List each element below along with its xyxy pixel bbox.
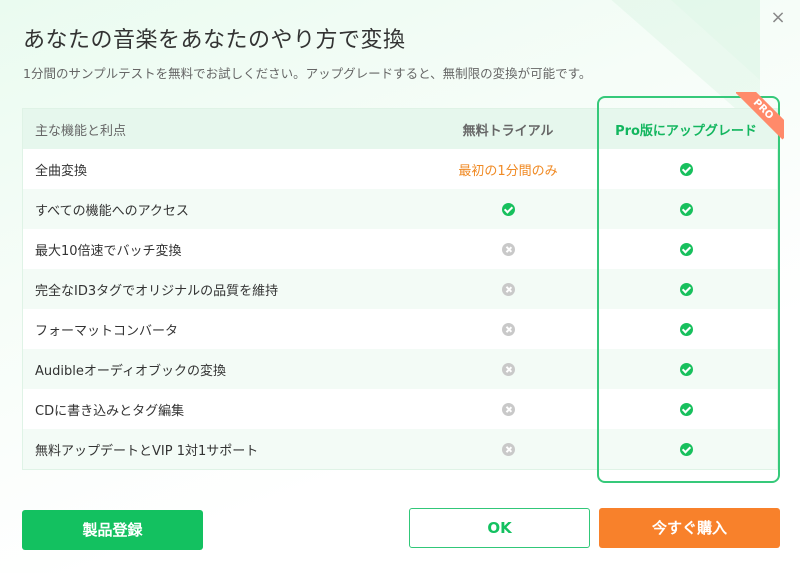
check-circle-icon	[679, 322, 693, 336]
x-circle-icon	[501, 282, 515, 296]
check-circle-icon	[501, 202, 515, 216]
header-free-trial: 無料トライアル	[462, 123, 554, 139]
x-circle-icon	[501, 402, 515, 416]
comparison-table: 主な機能と利点 無料トライアル Pro版にアップグレード 全曲変換 最初の1分間の…	[22, 108, 778, 470]
x-circle-icon	[501, 362, 515, 376]
free-trial-cell	[421, 202, 595, 217]
pro-cell	[595, 282, 777, 297]
table-row: CDに書き込みとタグ編集	[23, 389, 777, 429]
free-trial-cell	[421, 362, 595, 377]
feature-label: 全曲変換	[35, 163, 88, 179]
close-button[interactable]: ×	[768, 8, 788, 28]
buy-now-button[interactable]: 今すぐ購入	[599, 508, 780, 548]
pro-cell	[595, 162, 777, 177]
check-circle-icon	[679, 442, 693, 456]
free-trial-cell	[421, 322, 595, 337]
feature-label: 無料アップデートとVIP 1対1サポート	[35, 443, 259, 459]
pro-cell	[595, 322, 777, 337]
pro-badge: PRO	[736, 92, 784, 140]
feature-label: 完全なID3タグでオリジナルの品質を維持	[35, 283, 279, 299]
free-trial-cell	[421, 442, 595, 457]
table-row: フォーマットコンバータ	[23, 309, 777, 349]
check-circle-icon	[679, 242, 693, 256]
table-row: Audibleオーディオブックの変換	[23, 349, 777, 389]
table-row: 全曲変換 最初の1分間のみ	[23, 149, 777, 189]
header-features: 主な機能と利点	[35, 123, 127, 139]
free-trial-limit-text: 最初の1分間のみ	[458, 163, 558, 179]
feature-label: すべての機能へのアクセス	[35, 203, 189, 219]
table-header-row: 主な機能と利点 無料トライアル Pro版にアップグレード	[23, 109, 777, 149]
ok-button[interactable]: OK	[409, 508, 590, 548]
table-row: 無料アップデートとVIP 1対1サポート	[23, 429, 777, 469]
feature-label: 最大10倍速でバッチ変換	[35, 243, 182, 259]
x-circle-icon	[501, 322, 515, 336]
check-circle-icon	[679, 202, 693, 216]
pro-cell	[595, 442, 777, 457]
feature-label: CDに書き込みとタグ編集	[35, 403, 185, 419]
pro-cell	[595, 402, 777, 417]
check-circle-icon	[679, 402, 693, 416]
table-row: すべての機能へのアクセス	[23, 189, 777, 229]
free-trial-cell	[421, 402, 595, 417]
pro-cell	[595, 242, 777, 257]
free-trial-cell: 最初の1分間のみ	[421, 160, 595, 179]
register-button[interactable]: 製品登録	[22, 510, 203, 550]
pro-cell	[595, 362, 777, 377]
check-circle-icon	[679, 282, 693, 296]
free-trial-cell	[421, 282, 595, 297]
pro-cell	[595, 202, 777, 217]
close-icon: ×	[770, 7, 786, 28]
dialog-title: あなたの音楽をあなたのやり方で変換	[23, 28, 406, 53]
check-circle-icon	[679, 362, 693, 376]
table-row: 最大10倍速でバッチ変換	[23, 229, 777, 269]
x-circle-icon	[501, 242, 515, 256]
table-row: 完全なID3タグでオリジナルの品質を維持	[23, 269, 777, 309]
x-circle-icon	[501, 442, 515, 456]
check-circle-icon	[679, 162, 693, 176]
pro-badge-label: PRO	[736, 92, 784, 140]
free-trial-cell	[421, 242, 595, 257]
dialog-subtitle: 1分間のサンプルテストを無料でお試しください。アップグレードすると、無制限の変換…	[23, 66, 592, 81]
feature-label: フォーマットコンバータ	[35, 323, 179, 339]
feature-label: Audibleオーディオブックの変換	[35, 363, 226, 379]
